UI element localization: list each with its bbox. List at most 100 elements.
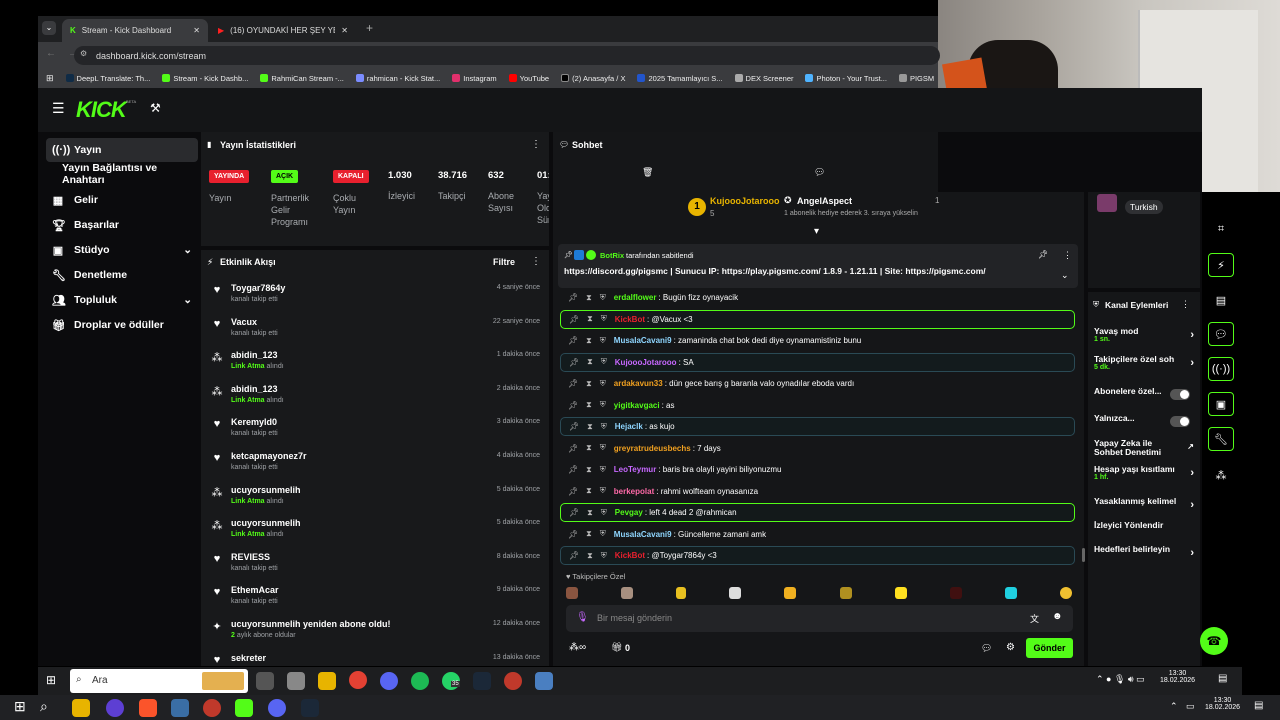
chat-username[interactable]: LeoTeymur — [614, 465, 657, 474]
hammer-icon[interactable]: ⚒ — [150, 101, 161, 115]
points-icon[interactable]: ⁂ — [1208, 463, 1234, 487]
chat-username[interactable]: MusalaCavani9 — [614, 336, 672, 345]
gift-icon[interactable]: 🎁︎ — [611, 642, 622, 653]
sidebar-item-yayin[interactable]: ((·)) Yayın — [46, 138, 198, 162]
language-tag[interactable]: Turkish — [1125, 200, 1163, 214]
tab-youtube[interactable]: ▶ (16) OYUNDAKİ HER ŞEY YENİL... ✕ — [210, 19, 356, 42]
channel-action[interactable]: İzleyici Yönlendir — [1094, 521, 1194, 530]
emote[interactable] — [729, 587, 742, 599]
close-icon[interactable]: ✕ — [193, 26, 200, 35]
more-icon[interactable]: ⋮ — [1063, 250, 1072, 261]
channel-action[interactable]: Hedefleri belirleyin › — [1094, 545, 1194, 560]
microphone-icon[interactable]: 🎙︎ — [576, 612, 589, 623]
activity-event[interactable]: ♥ ketcapmayonez7r kanalı takip etti 4 dakik… — [210, 451, 542, 484]
sidebar-item-topluluk[interactable]: 👥︎ Topluluk ⌄ — [46, 288, 198, 312]
pin-message-icon[interactable]: 📌︎ — [568, 487, 578, 496]
sidebar-item-basarilar[interactable]: 🏆︎ Başarılar — [46, 213, 198, 237]
notification-icon[interactable]: ▤ — [1218, 673, 1227, 684]
chat-username[interactable]: MusalaCavani9 — [614, 530, 672, 539]
channel-action[interactable]: Yavaş mod 1 sn. › — [1094, 327, 1194, 344]
ban-icon[interactable]: ⛨ — [600, 529, 606, 539]
ban-icon[interactable]: ⛨ — [600, 379, 606, 389]
chat-message[interactable]: 📌︎ ⧗ ⛨ greyratrudeusbechs: 7 days — [560, 439, 1075, 458]
chat-message[interactable]: 📌︎ ⧗ ⛨ yigitkavgaci: as — [560, 396, 1075, 415]
more-icon[interactable]: ⋮ — [531, 139, 541, 150]
ban-icon[interactable]: ⛨ — [600, 443, 606, 453]
activity-event[interactable]: ♥ Keremyld0 kanalı takip etti 3 dakika önce — [210, 417, 542, 450]
toggle-switch[interactable] — [1170, 389, 1190, 400]
task-view-icon[interactable] — [256, 672, 274, 690]
ban-icon[interactable]: ⛨ — [601, 422, 607, 432]
discord-icon[interactable] — [268, 699, 286, 717]
emote[interactable] — [676, 587, 687, 599]
chat-message[interactable]: 📌︎ ⧗ ⛨ erdalflower: Bugün fizz oynayacik — [560, 288, 1075, 307]
pin-message-icon[interactable]: 📌︎ — [568, 401, 578, 410]
trash-icon[interactable]: 🗑︎ — [642, 167, 653, 178]
activity-event[interactable]: ⁂ abidin_123 Link Atma alındı 1 dakika önce — [210, 350, 542, 383]
bookmark[interactable]: Stream - Kick Dashb... — [162, 74, 248, 83]
apps-grid-icon[interactable]: ⊞ — [46, 73, 54, 84]
emoji-icon[interactable]: ☻ — [1052, 611, 1063, 622]
app-icon[interactable] — [535, 672, 553, 690]
kick-logo[interactable]: KICK — [76, 97, 127, 123]
windows-start-icon[interactable]: ⊞ — [46, 673, 56, 687]
taskbar-search-input[interactable]: ⌕ Ara — [70, 669, 248, 693]
ban-icon[interactable]: ⛨ — [600, 486, 606, 496]
broadcast-icon[interactable]: ((·)) — [1208, 357, 1234, 381]
chat-message[interactable]: 📌︎ ⧗ ⛨ berkepolat: rahmi wolfteam oynasanız… — [560, 482, 1075, 501]
close-icon[interactable]: ✕ — [341, 26, 348, 35]
scrollbar[interactable] — [1082, 548, 1085, 562]
chat-username[interactable]: KickBot — [615, 315, 645, 324]
filter-button[interactable]: Filtre — [493, 257, 515, 267]
ban-icon[interactable]: ⛨ — [601, 314, 607, 324]
activity-event[interactable]: ⁂ ucuyorsunmelih Link Atma alındı 5 dakika … — [210, 518, 542, 551]
pin-message-icon[interactable]: 📌︎ — [568, 444, 578, 453]
emote[interactable] — [1059, 587, 1072, 599]
ban-icon[interactable]: ⛨ — [601, 551, 607, 561]
ban-icon[interactable]: ⛨ — [600, 336, 606, 346]
app-icon[interactable] — [171, 699, 189, 717]
activity-event[interactable]: ⁂ ucuyorsunmelih Link Atma alındı 5 dakika … — [210, 485, 542, 518]
pin-message-icon[interactable]: 📌︎ — [568, 530, 578, 539]
spotify-icon[interactable] — [411, 672, 429, 690]
notification-icon[interactable]: ▤ — [1254, 700, 1263, 711]
chevron-down-icon[interactable]: ⌄ — [1061, 270, 1069, 281]
sidebar-item-gelir[interactable]: ▦ Gelir — [46, 188, 198, 212]
chat-message[interactable]: 📌︎ ⧗ ⛨ Pevgay: left 4 dead 2 @rahmican — [560, 503, 1075, 522]
sidebar-item-denetleme[interactable]: 🔧︎ Denetleme — [46, 263, 198, 287]
chat-input[interactable]: 🎙︎ Bir mesaj gönderin 文 ☻ — [566, 605, 1073, 632]
clipboard-icon[interactable]: ▤ — [1208, 288, 1234, 312]
pin-message-icon[interactable]: 📌︎ — [568, 379, 578, 388]
steam-icon[interactable] — [473, 672, 491, 690]
sidebar-item-droplar[interactable]: 🎁︎ Droplar ve ödüller — [46, 313, 198, 337]
bookmark[interactable]: 2025 Tamamlayıcı S... — [637, 74, 723, 83]
bookmark[interactable]: PIGSM — [898, 74, 934, 83]
bookmark[interactable]: (2) Anasayfa / X — [561, 74, 625, 83]
discord-icon[interactable] — [380, 672, 398, 690]
bookmark[interactable]: RahmiCan Stream -... — [260, 74, 344, 83]
bolt-icon[interactable]: ⚡︎ — [1208, 253, 1234, 277]
expand-icon[interactable]: ▾ — [814, 226, 819, 237]
bookmark[interactable]: DeepL Translate: Th... — [65, 74, 150, 83]
channel-action[interactable]: Yapay Zeka ile Sohbet Denetimi ↗ — [1094, 439, 1194, 457]
chat-username[interactable]: yigitkavgaci — [614, 401, 660, 410]
chat-username[interactable]: KujoooJotarooo — [615, 358, 677, 367]
new-tab-icon[interactable]: + — [366, 21, 373, 35]
app-icon[interactable] — [203, 699, 221, 717]
bookmark[interactable]: Photon - Your Trust... — [805, 74, 887, 83]
pin-message-icon[interactable]: 📌︎ — [569, 551, 579, 560]
pin-message-icon[interactable]: 📌︎ — [569, 422, 579, 431]
more-icon[interactable]: ⋮ — [1181, 299, 1190, 310]
wrench-icon[interactable]: 🔧︎ — [1208, 427, 1234, 451]
windows-start-icon[interactable]: ⊞ — [14, 698, 26, 715]
emote[interactable] — [894, 587, 907, 599]
app-icon[interactable] — [106, 699, 124, 717]
emote[interactable] — [839, 587, 852, 599]
clock[interactable]: 13:30 18.02.2026 — [1160, 670, 1195, 684]
chat-bubble-icon[interactable]: 💬︎ — [814, 167, 825, 178]
channel-action[interactable]: Yasaklanmış kelimel › — [1094, 497, 1194, 512]
timeout-icon[interactable]: ⧗ — [586, 293, 592, 303]
chat-username[interactable]: KickBot — [615, 551, 645, 560]
tab-search-icon[interactable]: ⌄ — [42, 21, 56, 35]
timeout-icon[interactable]: ⧗ — [586, 336, 592, 346]
